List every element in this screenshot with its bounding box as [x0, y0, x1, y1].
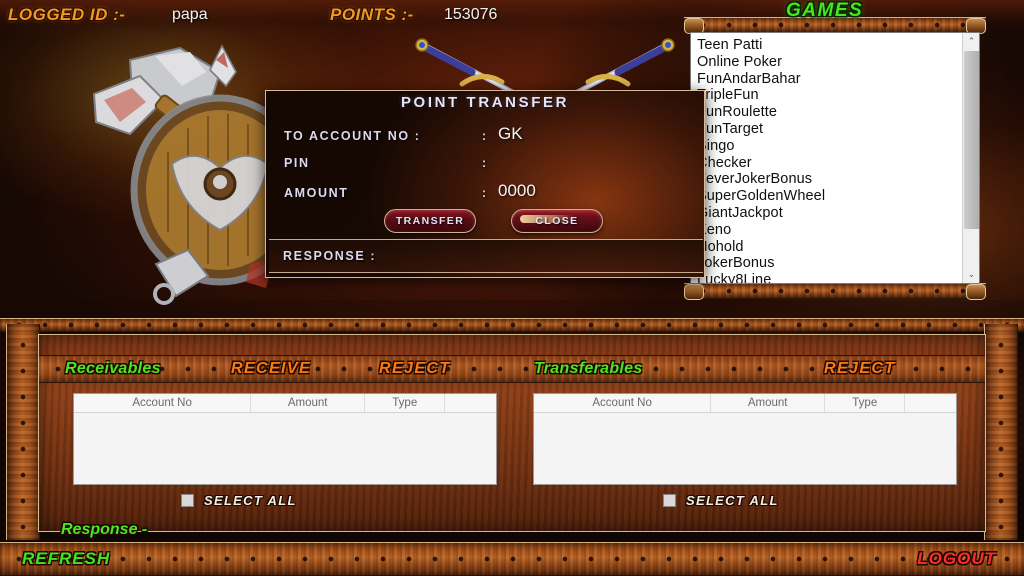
game-list-item[interactable]: Checker: [697, 155, 963, 172]
game-list-item[interactable]: Nohold: [697, 239, 963, 256]
column-header-type: Type: [365, 394, 446, 412]
amount-label: AMOUNT: [284, 186, 349, 200]
dialog-response-label: RESPONSE :: [283, 249, 377, 263]
table-header-row: Account No Amount Type: [74, 394, 496, 413]
frame-studs-icon: [0, 322, 1024, 328]
column-header-account-no: Account No: [534, 394, 712, 412]
pin-input[interactable]: [498, 151, 688, 173]
checkbox-icon[interactable]: [181, 494, 194, 507]
frame-post-left: [6, 324, 40, 540]
refresh-button[interactable]: REFRESH: [22, 549, 110, 569]
actions-bar: Receivables RECEIVE REJECT Transferables…: [39, 355, 985, 383]
close-button-label: CLOSE: [535, 215, 579, 227]
logged-id-value: papa: [172, 6, 208, 23]
game-list-item[interactable]: Keno: [697, 222, 963, 239]
dialog-response-bar: RESPONSE :: [269, 239, 703, 273]
games-scrollbar-thumb[interactable]: [964, 51, 979, 229]
reject-receivables-button[interactable]: REJECT: [379, 360, 451, 378]
frame-studs-icon: [998, 324, 1004, 540]
game-list-item[interactable]: Lucky8Line: [697, 272, 963, 283]
select-all-label: SELECT ALL: [204, 493, 297, 508]
games-listbox[interactable]: Teen Patti Online Poker FunAndarBahar Tripl…: [690, 32, 980, 284]
game-list-item[interactable]: Teen Patti: [697, 37, 963, 54]
column-header-account-no: Account No: [74, 394, 252, 412]
select-all-label: SELECT ALL: [686, 493, 779, 508]
top-status-bar: LOGGED ID :- papa POINTS :- 153076: [0, 0, 1024, 30]
to-account-colon: :: [482, 129, 487, 143]
games-panel: Teen Patti Online Poker FunAndarBahar Tripl…: [684, 17, 986, 300]
select-all-transferables[interactable]: SELECT ALL: [663, 493, 779, 508]
column-header-amount: Amount: [251, 394, 366, 412]
game-list-item[interactable]: Online Poker: [697, 54, 963, 71]
receive-button[interactable]: RECEIVE: [231, 360, 311, 378]
to-account-input[interactable]: [498, 123, 688, 145]
checkbox-icon[interactable]: [663, 494, 676, 507]
frame-studs-icon: [0, 556, 1024, 562]
amount-colon: :: [482, 186, 487, 200]
column-header-extra: [905, 394, 956, 412]
game-list-item[interactable]: Bingo: [697, 138, 963, 155]
game-list-item[interactable]: TripleFun: [697, 87, 963, 104]
logout-button[interactable]: LOGOUT: [917, 549, 996, 569]
transferables-label: Transferables: [534, 360, 643, 377]
pin-colon: :: [482, 156, 487, 170]
frame-studs-icon: [20, 324, 26, 540]
select-all-receivables[interactable]: SELECT ALL: [181, 493, 297, 508]
game-list-item[interactable]: JokerBonus: [697, 255, 963, 272]
close-button[interactable]: CLOSE: [511, 209, 603, 233]
game-list-item[interactable]: FunTarget: [697, 121, 963, 138]
bottom-section: Receivables RECEIVE REJECT Transferables…: [0, 318, 1024, 576]
game-list-item[interactable]: GiantJackpot: [697, 205, 963, 222]
game-list-item[interactable]: FunRoulette: [697, 104, 963, 121]
game-list-item[interactable]: FeverJokerBonus: [697, 171, 963, 188]
to-account-label: TO ACCOUNT NO :: [284, 129, 421, 143]
transfer-button[interactable]: TRANSFER: [384, 209, 476, 233]
column-header-amount: Amount: [711, 394, 826, 412]
column-header-extra: [445, 394, 496, 412]
game-list-item[interactable]: FunAndarBahar: [697, 71, 963, 88]
logged-id-label: LOGGED ID :-: [8, 5, 126, 24]
receivables-table[interactable]: Account No Amount Type: [73, 393, 497, 485]
points-label: POINTS :-: [330, 5, 414, 24]
point-transfer-dialog: POINT TRANSFER TO ACCOUNT NO : : PIN : A…: [265, 90, 705, 278]
bottom-frame-top: [0, 318, 1024, 332]
games-frame-bottom: [684, 283, 986, 300]
receivables-label: Receivables: [65, 360, 161, 377]
transferables-table-body[interactable]: [534, 413, 956, 484]
frame-cap-right-bottom: [966, 284, 986, 300]
transfer-panel: Receivables RECEIVE REJECT Transferables…: [38, 334, 986, 538]
frame-post-right: [984, 324, 1018, 540]
pin-label: PIN: [284, 156, 310, 170]
frame-cap-left-bottom: [684, 284, 704, 300]
game-list-item[interactable]: SuperGoldenWheel: [697, 188, 963, 205]
games-scrollbar[interactable]: ⌃ ⌄: [962, 33, 979, 283]
amount-input[interactable]: [498, 180, 688, 202]
column-header-type: Type: [825, 394, 906, 412]
games-list[interactable]: Teen Patti Online Poker FunAndarBahar Tripl…: [691, 33, 963, 283]
dialog-title: POINT TRANSFER: [400, 94, 570, 111]
scroll-up-icon[interactable]: ⌃: [963, 33, 979, 50]
bottom-response-label: Response -: [61, 521, 148, 538]
points-value: 153076: [444, 6, 498, 23]
receivables-table-body[interactable]: [74, 413, 496, 484]
reject-transferables-button[interactable]: REJECT: [824, 360, 896, 378]
table-header-row: Account No Amount Type: [534, 394, 956, 413]
transferables-table[interactable]: Account No Amount Type: [533, 393, 957, 485]
scroll-down-icon[interactable]: ⌄: [963, 266, 979, 283]
games-panel-title: GAMES: [786, 0, 864, 21]
frame-studs-icon: [684, 288, 986, 294]
footer-bar: REFRESH LOGOUT: [0, 542, 1024, 576]
